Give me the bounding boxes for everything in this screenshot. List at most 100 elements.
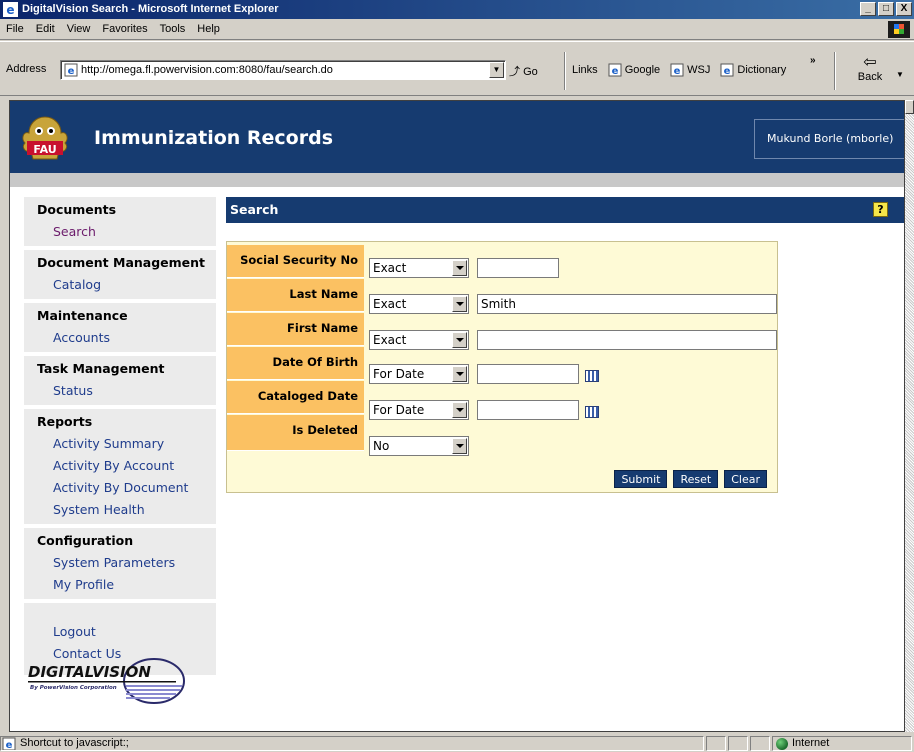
clear-button[interactable]: Clear bbox=[724, 470, 767, 488]
brand-name: DIGITALVISION bbox=[28, 663, 151, 681]
go-label: Go bbox=[523, 66, 538, 78]
cataloged-match-value: For Date bbox=[373, 403, 425, 417]
banner-divider bbox=[10, 173, 904, 187]
nav-heading: Reports bbox=[37, 414, 93, 429]
user-badge: Mukund Borle (mborle) bbox=[754, 119, 904, 159]
scroll-up-button[interactable] bbox=[905, 100, 914, 114]
cataloged-date-input[interactable] bbox=[477, 400, 579, 420]
logo-text: FAU bbox=[33, 143, 56, 156]
dob-match-select[interactable]: For Date bbox=[369, 364, 469, 384]
zone-indicator: Internet bbox=[776, 736, 829, 751]
app-title: Immunization Records bbox=[94, 127, 334, 149]
ssn-label: Social Security No bbox=[240, 253, 358, 267]
ssn-match-select[interactable]: Exact bbox=[369, 258, 469, 278]
nav-item-catalog[interactable]: Catalog bbox=[24, 274, 216, 296]
nav-item-activity-summary[interactable]: Activity Summary bbox=[24, 433, 216, 455]
ssn-match-value: Exact bbox=[373, 261, 407, 275]
toolbar-separator bbox=[564, 52, 566, 90]
label-cell: Last Name bbox=[227, 279, 364, 312]
nav-item-logout[interactable]: Logout bbox=[24, 621, 216, 643]
address-input[interactable]: e http://omega.fl.powervision.com:8080/f… bbox=[60, 60, 506, 80]
link-dictionary[interactable]: e Dictionary bbox=[720, 63, 786, 77]
close-button[interactable]: X bbox=[896, 2, 912, 16]
ssn-input[interactable] bbox=[477, 258, 559, 278]
nav-item-activity-by-document[interactable]: Activity By Document bbox=[24, 477, 216, 499]
digitalvision-logo: DIGITALVISION By PowerVision Corporation bbox=[28, 658, 185, 704]
nav-item-search[interactable]: Search bbox=[24, 221, 216, 243]
status-bar: e Shortcut to javascript:; Internet bbox=[0, 735, 914, 752]
back-label: Back bbox=[857, 71, 883, 83]
nav-item-status[interactable]: Status bbox=[24, 380, 216, 402]
minimize-button[interactable]: _ bbox=[860, 2, 876, 16]
label-cell: Date Of Birth bbox=[227, 347, 364, 380]
nav-heading: Configuration bbox=[37, 533, 134, 548]
link-dictionary-label: Dictionary bbox=[737, 64, 787, 76]
help-icon[interactable]: ? bbox=[873, 202, 888, 217]
chevron-down-icon bbox=[452, 366, 467, 382]
address-dropdown-icon[interactable]: ▼ bbox=[489, 62, 504, 78]
last-name-match-value: Exact bbox=[373, 297, 407, 311]
label-cell: First Name bbox=[227, 313, 364, 346]
last-name-input[interactable]: Smith bbox=[477, 294, 777, 314]
first-name-label: First Name bbox=[287, 321, 358, 335]
menu-favorites[interactable]: Favorites bbox=[102, 23, 147, 35]
page-icon: e bbox=[64, 63, 78, 77]
link-wsj-label: WSJ bbox=[687, 64, 711, 76]
menu-edit[interactable]: Edit bbox=[36, 23, 55, 35]
reset-button[interactable]: Reset bbox=[673, 470, 719, 488]
nav-heading: Maintenance bbox=[37, 308, 128, 323]
svg-text:e: e bbox=[674, 66, 681, 77]
menu-view[interactable]: View bbox=[67, 23, 91, 35]
link-google[interactable]: e Google bbox=[608, 63, 660, 77]
vertical-scrollbar[interactable] bbox=[905, 100, 914, 732]
app-banner: FAU Immunization Records Mukund Borle (m… bbox=[10, 101, 904, 173]
toolbar-separator bbox=[834, 52, 836, 90]
search-form: Social Security No Exact Last Name Exact… bbox=[226, 241, 778, 493]
cataloged-match-select[interactable]: For Date bbox=[369, 400, 469, 420]
sidebar-nav: Documents Search Document Management Cat… bbox=[24, 197, 216, 675]
links-label: Links bbox=[572, 64, 598, 76]
svg-text:e: e bbox=[611, 66, 618, 77]
chevron-down-icon bbox=[452, 438, 467, 454]
chevron-down-icon bbox=[452, 402, 467, 418]
label-cell: Is Deleted bbox=[227, 415, 364, 451]
go-button[interactable]: ⤴ Go bbox=[509, 63, 538, 79]
back-dropdown-icon[interactable]: ▼ bbox=[896, 70, 904, 79]
nav-item-system-health[interactable]: System Health bbox=[24, 499, 216, 521]
link-wsj[interactable]: e WSJ bbox=[670, 63, 710, 77]
search-title: Search bbox=[230, 202, 279, 217]
nav-heading: Document Management bbox=[37, 255, 206, 270]
nav-heading: Documents bbox=[37, 202, 117, 217]
is-deleted-select[interactable]: No bbox=[369, 436, 469, 456]
dob-input[interactable] bbox=[477, 364, 579, 384]
nav-item-my-profile[interactable]: My Profile bbox=[24, 574, 216, 596]
search-heading: Search ? bbox=[226, 197, 904, 223]
fau-owl-logo: FAU bbox=[22, 116, 68, 160]
chevron-down-icon bbox=[452, 296, 467, 312]
nav-item-activity-by-account[interactable]: Activity By Account bbox=[24, 455, 216, 477]
dob-match-value: For Date bbox=[373, 367, 425, 381]
calendar-icon[interactable] bbox=[585, 370, 599, 382]
menu-tools[interactable]: Tools bbox=[160, 23, 186, 35]
first-name-match-select[interactable]: Exact bbox=[369, 330, 469, 350]
maximize-button[interactable]: □ bbox=[878, 2, 894, 16]
nav-section-configuration: Configuration System Parameters My Profi… bbox=[24, 528, 216, 599]
page-viewport: FAU Immunization Records Mukund Borle (m… bbox=[9, 100, 905, 732]
calendar-icon[interactable] bbox=[585, 406, 599, 418]
back-button[interactable]: ⇦ Back bbox=[852, 55, 888, 84]
submit-button[interactable]: Submit bbox=[614, 470, 668, 488]
nav-section-maintenance: Maintenance Accounts bbox=[24, 303, 216, 352]
window-controls: _ □ X bbox=[860, 2, 912, 16]
links-overflow-icon[interactable]: » bbox=[810, 55, 816, 66]
nav-item-system-parameters[interactable]: System Parameters bbox=[24, 552, 216, 574]
nav-item-accounts[interactable]: Accounts bbox=[24, 327, 216, 349]
chevron-down-icon bbox=[452, 260, 467, 276]
first-name-input[interactable] bbox=[477, 330, 777, 350]
menu-file[interactable]: File bbox=[6, 23, 24, 35]
links-bar: Links e Google e WSJ e Dictionary bbox=[572, 63, 786, 77]
last-name-match-select[interactable]: Exact bbox=[369, 294, 469, 314]
title-bar: e DigitalVision Search - Microsoft Inter… bbox=[0, 0, 914, 19]
label-cell: Social Security No bbox=[227, 245, 364, 278]
menu-bar: File Edit View Favorites Tools Help bbox=[0, 19, 914, 40]
menu-help[interactable]: Help bbox=[197, 23, 220, 35]
